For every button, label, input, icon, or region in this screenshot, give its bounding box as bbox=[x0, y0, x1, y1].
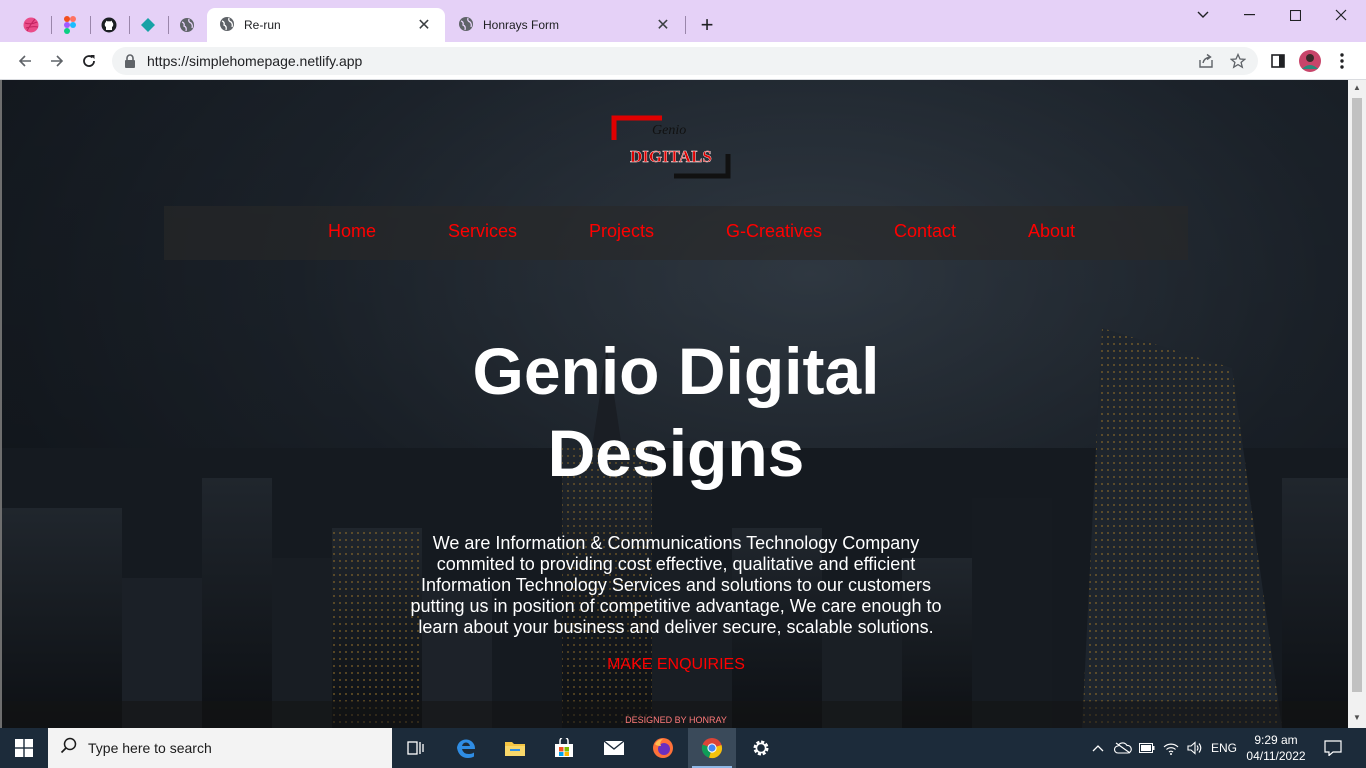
volume-icon[interactable] bbox=[1184, 728, 1206, 768]
browser-toolbar: https://simplehomepage.netlify.app bbox=[0, 42, 1366, 80]
intro-paragraph: We are Information & Communications Tech… bbox=[410, 533, 942, 637]
scroll-up-arrow-icon[interactable]: ▲ bbox=[1352, 83, 1362, 95]
make-enquiries-link[interactable]: MAKE ENQUIRIES bbox=[2, 656, 1350, 674]
clock-time: 9:29 am bbox=[1254, 733, 1298, 747]
close-window-button[interactable] bbox=[1318, 0, 1364, 30]
maximize-button[interactable] bbox=[1272, 0, 1318, 30]
nav-services[interactable]: Services bbox=[448, 221, 517, 242]
address-bar[interactable]: https://simplehomepage.netlify.app bbox=[112, 47, 1258, 75]
scroll-down-arrow-icon[interactable]: ▼ bbox=[1352, 713, 1362, 725]
minimize-button[interactable] bbox=[1226, 0, 1272, 30]
profile-avatar[interactable] bbox=[1298, 49, 1322, 73]
firefox-icon[interactable] bbox=[639, 728, 687, 768]
forward-button[interactable] bbox=[43, 47, 71, 75]
battery-icon[interactable] bbox=[1136, 728, 1158, 768]
edge-browser-icon[interactable] bbox=[442, 728, 490, 768]
nav-home[interactable]: Home bbox=[328, 221, 376, 242]
new-tab-button[interactable]: + bbox=[694, 12, 720, 38]
bookmark-star-icon[interactable] bbox=[1226, 49, 1250, 73]
page-viewport: Genio DIGITALS Home Services Projects G-… bbox=[0, 80, 1366, 728]
mail-icon[interactable] bbox=[590, 728, 638, 768]
nav-about[interactable]: About bbox=[1028, 221, 1075, 242]
figma-icon[interactable] bbox=[52, 8, 88, 42]
chrome-icon[interactable] bbox=[688, 728, 736, 768]
tab-search-chevron-icon[interactable] bbox=[1180, 0, 1226, 30]
headline-line-1: Genio Digital bbox=[472, 334, 880, 408]
main-navigation: Home Services Projects G-Creatives Conta… bbox=[164, 206, 1188, 260]
tab-strip: Re-run ✕ Honrays Form ✕ + bbox=[0, 0, 1366, 42]
side-panel-icon[interactable] bbox=[1266, 49, 1290, 73]
tab-title: Honrays Form bbox=[483, 18, 560, 32]
nav-projects[interactable]: Projects bbox=[589, 221, 654, 242]
windows-start-button[interactable] bbox=[0, 728, 48, 768]
close-icon[interactable]: ✕ bbox=[415, 15, 433, 35]
hero-section: Genio DIGITALS Home Services Projects G-… bbox=[2, 80, 1350, 728]
close-icon[interactable]: ✕ bbox=[654, 15, 672, 35]
diamond-app-icon[interactable] bbox=[130, 8, 166, 42]
genio-digitals-logo: Genio DIGITALS bbox=[611, 115, 731, 179]
github-icon[interactable] bbox=[91, 8, 127, 42]
tab-re-run[interactable]: Re-run ✕ bbox=[207, 8, 445, 42]
kebab-menu-icon[interactable] bbox=[1330, 49, 1354, 73]
show-hidden-icons-chevron-icon[interactable] bbox=[1088, 728, 1108, 768]
scrollbar-thumb[interactable] bbox=[1352, 98, 1362, 692]
globe-icon bbox=[219, 16, 235, 35]
svg-text:DIGITALS: DIGITALS bbox=[630, 147, 712, 166]
back-button[interactable] bbox=[11, 47, 39, 75]
page-footer: DESIGNED BY HONRAY bbox=[2, 701, 1350, 728]
globe-icon bbox=[458, 16, 474, 35]
file-explorer-icon[interactable] bbox=[491, 728, 539, 768]
notifications-icon[interactable] bbox=[1318, 728, 1348, 768]
lock-icon bbox=[124, 54, 138, 68]
vertical-scrollbar[interactable]: ▲ ▼ bbox=[1348, 80, 1366, 728]
hero-headline: Genio Digital Designs bbox=[2, 330, 1350, 494]
wifi-icon[interactable] bbox=[1160, 728, 1182, 768]
tab-honrays-form[interactable]: Honrays Form ✕ bbox=[446, 8, 684, 42]
taskbar-clock[interactable]: 9:29 am 04/11/2022 bbox=[1244, 732, 1308, 764]
windows-taskbar: Type here to search ENG 9:29 am 04/11/20 bbox=[0, 728, 1366, 768]
search-icon bbox=[60, 737, 78, 760]
globe-icon[interactable] bbox=[169, 8, 205, 42]
settings-gear-icon[interactable] bbox=[737, 728, 785, 768]
tab-separator bbox=[685, 16, 686, 34]
browser-chrome: Re-run ✕ Honrays Form ✕ + https://simple… bbox=[0, 0, 1366, 80]
svg-text:Genio: Genio bbox=[652, 123, 686, 138]
headline-line-2: Designs bbox=[547, 416, 805, 490]
search-placeholder: Type here to search bbox=[88, 740, 212, 756]
clock-date: 04/11/2022 bbox=[1246, 749, 1306, 763]
task-view-icon[interactable] bbox=[392, 728, 440, 768]
tab-title: Re-run bbox=[244, 18, 281, 32]
reload-button[interactable] bbox=[75, 47, 103, 75]
microsoft-store-icon[interactable] bbox=[540, 728, 588, 768]
dribbble-icon[interactable] bbox=[13, 8, 49, 42]
input-language[interactable]: ENG bbox=[1208, 728, 1240, 768]
url-text: https://simplehomepage.netlify.app bbox=[147, 53, 363, 69]
nav-contact[interactable]: Contact bbox=[894, 221, 956, 242]
cloud-sync-icon[interactable] bbox=[1112, 728, 1134, 768]
share-icon[interactable] bbox=[1194, 49, 1218, 73]
nav-g-creatives[interactable]: G-Creatives bbox=[726, 221, 822, 242]
taskbar-search-box[interactable]: Type here to search bbox=[48, 728, 392, 768]
footer-credit: DESIGNED BY HONRAY bbox=[625, 715, 727, 725]
